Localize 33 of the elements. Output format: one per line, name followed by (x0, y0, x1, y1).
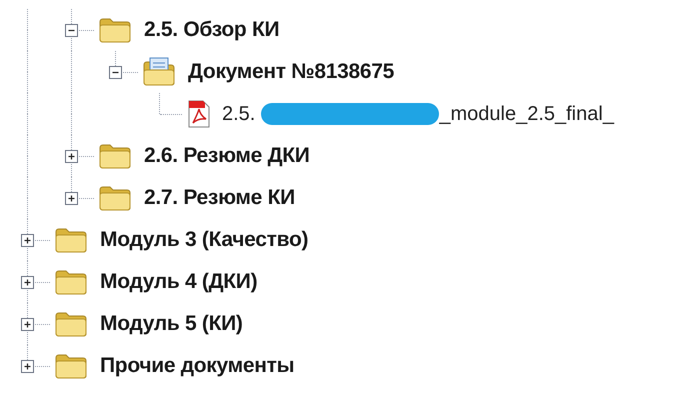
folder-document-icon (142, 57, 176, 87)
folder-label[interactable]: 2.6. Резюме ДКИ (144, 140, 310, 172)
folder-icon (54, 268, 88, 296)
file-name[interactable]: 2.5. (222, 99, 256, 129)
folder-label[interactable]: Модуль 4 (ДКИ) (100, 266, 258, 298)
folder-label[interactable]: 2.7. Резюме КИ (144, 182, 295, 214)
folder-icon (54, 226, 88, 254)
plus-icon (22, 361, 33, 372)
document-label[interactable]: Документ №8138675 (188, 56, 394, 88)
expand-toggle[interactable] (21, 276, 34, 289)
folder-icon (54, 310, 88, 338)
folder-icon (98, 184, 132, 212)
plus-icon (22, 277, 33, 288)
expand-toggle[interactable] (21, 234, 34, 247)
plus-icon (66, 151, 77, 162)
file-name[interactable]: _module_2.5_final_ (439, 99, 614, 129)
pdf-file-icon (186, 99, 212, 129)
collapse-toggle[interactable] (109, 66, 122, 79)
folder-label[interactable]: 2.5. Обзор КИ (144, 14, 280, 46)
folder-label[interactable]: Модуль 5 (КИ) (100, 308, 243, 340)
plus-icon (66, 193, 77, 204)
plus-icon (22, 319, 33, 330)
expand-toggle[interactable] (21, 318, 34, 331)
plus-icon (22, 235, 33, 246)
folder-icon (98, 142, 132, 170)
expand-toggle[interactable] (21, 360, 34, 373)
folder-icon (98, 16, 132, 44)
folder-label[interactable]: Модуль 3 (Качество) (100, 224, 308, 256)
collapse-toggle[interactable] (65, 24, 78, 37)
expand-toggle[interactable] (65, 192, 78, 205)
expand-toggle[interactable] (65, 150, 78, 163)
folder-label[interactable]: Прочие документы (100, 350, 294, 382)
folder-icon (54, 352, 88, 380)
